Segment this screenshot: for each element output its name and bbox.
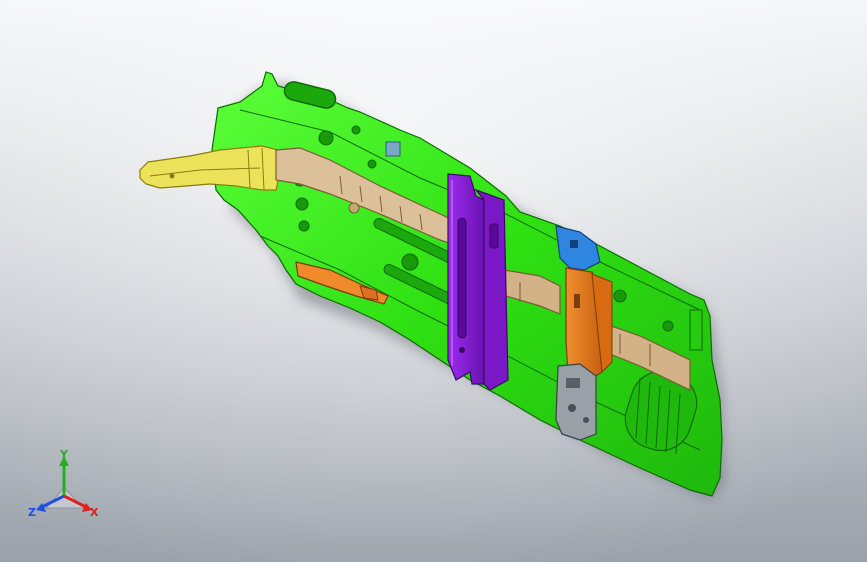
small-square-feature: [385, 141, 401, 157]
panel-hole-8: [351, 125, 361, 135]
triad-x-label: X: [90, 506, 99, 519]
cad-viewport[interactable]: Y X Z: [0, 0, 867, 562]
purple-bracket[interactable]: [447, 173, 509, 391]
right-rib: [689, 309, 703, 351]
panel-hole-4: [298, 220, 310, 232]
panel-hole-3: [295, 197, 309, 211]
triad-z-label: Z: [28, 506, 36, 519]
panel-hole-1: [318, 130, 334, 146]
panel-hole-5: [401, 253, 419, 271]
panel-hole-6: [613, 289, 627, 303]
panel-hole-9: [367, 159, 377, 169]
gray-block[interactable]: [555, 363, 597, 441]
panel-hole-7: [662, 320, 674, 332]
3d-model-view[interactable]: Y X Z: [0, 0, 867, 562]
triad-y-label: Y: [59, 448, 69, 461]
